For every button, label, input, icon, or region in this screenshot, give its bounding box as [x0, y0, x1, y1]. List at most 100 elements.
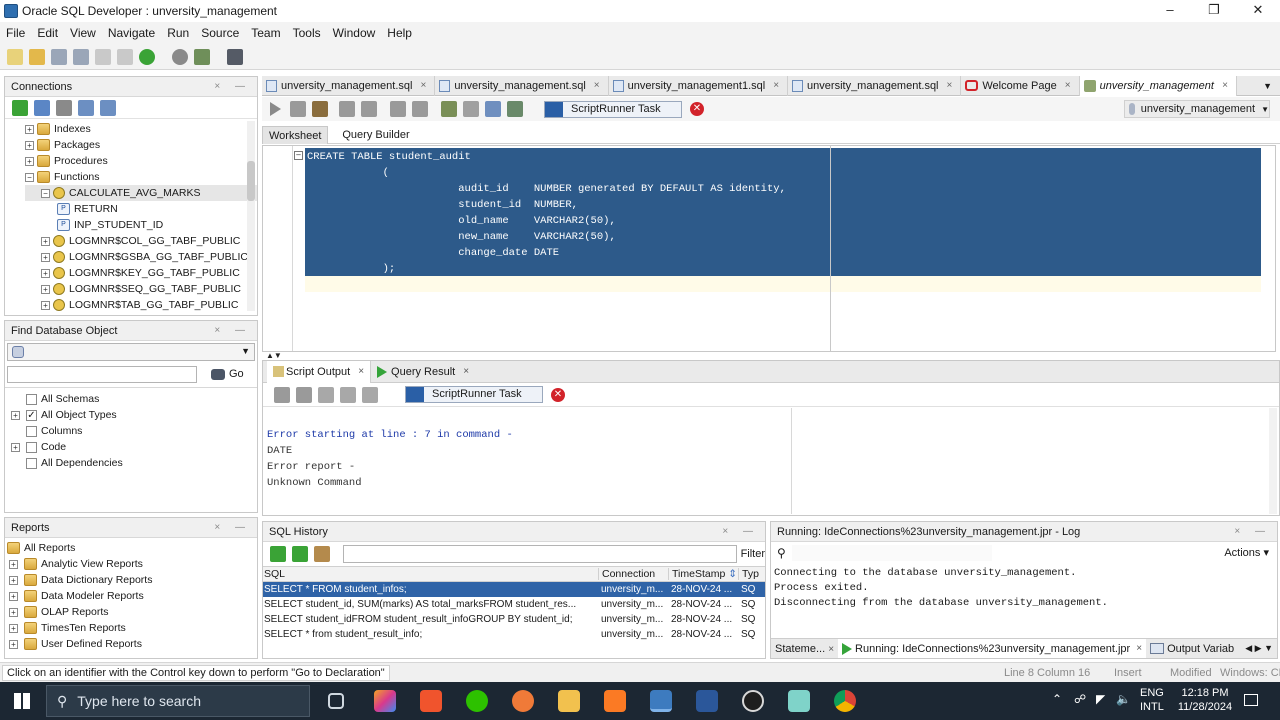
expand-icon[interactable]: + — [25, 124, 34, 134]
close-icon[interactable]: × — [947, 76, 953, 96]
file-explorer-icon[interactable] — [558, 690, 580, 712]
connection-select[interactable]: unversity_management ▼ — [1124, 100, 1270, 118]
close-icon[interactable]: × — [358, 366, 364, 377]
undo-icon[interactable] — [95, 48, 111, 65]
menu-help[interactable]: Help — [387, 26, 412, 40]
output-scrollbar[interactable] — [1269, 408, 1277, 514]
sql-developer-icon[interactable] — [650, 690, 672, 712]
notification-icon[interactable] — [1244, 694, 1258, 706]
forward-icon[interactable] — [172, 48, 188, 65]
expand-icon[interactable]: + — [41, 268, 50, 278]
checkbox[interactable] — [26, 441, 37, 453]
close-icon[interactable]: × — [463, 366, 469, 377]
menu-edit[interactable]: Edit — [37, 26, 58, 40]
add-connection-icon[interactable] — [12, 99, 28, 116]
checkbox[interactable] — [26, 425, 37, 437]
tree-item[interactable]: + LOGMNR$GSBA_GG_TABF_PUBLIC — [25, 249, 257, 265]
wechat-icon[interactable] — [466, 690, 488, 712]
taskbar-search-box[interactable]: ⚲ Type here to search — [46, 685, 310, 717]
tree-item[interactable]: + Indexes — [25, 121, 257, 137]
checkbox[interactable] — [26, 457, 37, 469]
notepad-icon[interactable] — [788, 690, 810, 712]
actions-button[interactable]: Actions ▾ — [1224, 546, 1269, 559]
fold-toggle-icon[interactable]: – — [294, 151, 303, 160]
xampp-icon[interactable] — [604, 690, 626, 712]
close-icon[interactable]: × — [594, 76, 600, 96]
brave-icon[interactable] — [420, 690, 442, 712]
append-icon[interactable] — [270, 546, 286, 562]
col-timestamp[interactable]: TimeStamp ⇕ — [669, 568, 739, 580]
running-tab[interactable]: Running: IdeConnections%23unversity_mana… — [838, 639, 1147, 658]
find-search-input[interactable] — [7, 365, 197, 383]
redo-icon[interactable] — [117, 48, 133, 65]
new-file-icon[interactable] — [7, 48, 23, 65]
close-icon[interactable]: × — [828, 644, 834, 655]
copilot-icon[interactable] — [374, 690, 396, 712]
clock[interactable]: 12:18 PM 11/28/2024 — [1172, 686, 1238, 714]
col-type[interactable]: Typ — [739, 568, 759, 580]
tree-item[interactable]: + Packages — [25, 137, 257, 153]
chrome-icon[interactable] — [834, 690, 856, 712]
editor-tab[interactable]: Welcome Page × — [961, 75, 1080, 96]
restore-button[interactable]: ❐ — [1192, 0, 1236, 22]
tab-scroll-arrows-icon[interactable]: ◀ ▶ ▼ — [1245, 643, 1277, 654]
eraser-icon[interactable] — [296, 386, 312, 403]
pin-icon[interactable] — [274, 386, 290, 403]
save-icon[interactable] — [51, 48, 67, 65]
tree-item[interactable]: − Functions — [25, 169, 257, 185]
paint-icon[interactable] — [512, 690, 534, 712]
close-icon[interactable]: × — [1136, 643, 1142, 654]
menu-source[interactable]: Source — [201, 26, 239, 40]
connection-icon[interactable] — [194, 48, 210, 65]
find-option[interactable]: All Dependencies — [11, 455, 257, 471]
editor-tab[interactable]: unversity_management × — [1079, 75, 1237, 96]
minimize-button[interactable]: – — [1148, 0, 1192, 22]
expand-icon[interactable]: + — [9, 623, 18, 633]
tree-item[interactable]: P INP_STUDENT_ID — [25, 217, 257, 233]
history-icon[interactable] — [485, 101, 501, 117]
tab-overflow-icon[interactable]: ▼ — [1263, 81, 1272, 91]
history-row[interactable]: SELECT * FROM student_infos; unversity_m.… — [263, 582, 765, 597]
expand-icon[interactable]: + — [11, 410, 20, 420]
expand-icon[interactable]: + — [9, 559, 18, 569]
close-icon[interactable]: × — [773, 76, 779, 96]
editor-tab[interactable]: unversity_management.sql × — [262, 75, 436, 96]
expand-icon[interactable]: + — [41, 236, 50, 246]
menu-window[interactable]: Window — [333, 26, 376, 40]
language-indicator[interactable]: ENG INTL — [1140, 686, 1164, 714]
expand-icon[interactable]: + — [41, 252, 50, 262]
query-result-tab[interactable]: Query Result × — [371, 361, 475, 383]
search-icon[interactable]: ⚲ — [777, 546, 786, 560]
menu-view[interactable]: View — [70, 26, 96, 40]
rollback-icon[interactable] — [390, 101, 406, 117]
explain-plan-icon[interactable] — [339, 101, 355, 117]
query-builder-tab[interactable]: Query Builder — [336, 129, 415, 141]
sql-tuning-icon[interactable] — [441, 101, 457, 117]
expand-icon[interactable]: + — [41, 300, 50, 310]
schema-select[interactable]: ▼ — [7, 343, 255, 361]
stop-task-icon[interactable]: ✕ — [551, 387, 565, 402]
tree-icon[interactable] — [100, 99, 116, 116]
save-all-icon[interactable] — [73, 48, 89, 65]
word-icon[interactable] — [696, 690, 718, 712]
obs-icon[interactable] — [742, 690, 764, 712]
menu-file[interactable]: File — [6, 26, 25, 40]
history-row[interactable]: SELECT student_id, SUM(marks) AS total_m… — [263, 597, 765, 612]
splitter-arrows-icon[interactable]: ▲▼ — [266, 351, 282, 360]
tree-item[interactable]: P RETURN — [25, 201, 257, 217]
close-icon[interactable]: × — [1222, 76, 1228, 96]
task-view-icon[interactable] — [328, 693, 344, 709]
close-window-button[interactable]: ✕ — [1236, 0, 1280, 22]
autotrace-icon[interactable] — [312, 101, 328, 117]
replace-icon[interactable] — [291, 546, 308, 562]
expand-icon[interactable]: + — [25, 156, 34, 166]
expand-icon[interactable]: + — [11, 442, 20, 452]
code-editor[interactable]: – CREATE TABLE student_audit ( audit_id … — [262, 145, 1276, 352]
find-option[interactable]: + Code — [11, 439, 257, 455]
col-connection[interactable]: Connection — [599, 568, 669, 580]
menu-team[interactable]: Team — [251, 26, 280, 40]
checkbox[interactable] — [26, 393, 37, 405]
worksheet-tab[interactable]: Worksheet — [262, 125, 329, 144]
network-icon[interactable]: ☍ — [1074, 692, 1086, 706]
menu-navigate[interactable]: Navigate — [108, 26, 155, 40]
